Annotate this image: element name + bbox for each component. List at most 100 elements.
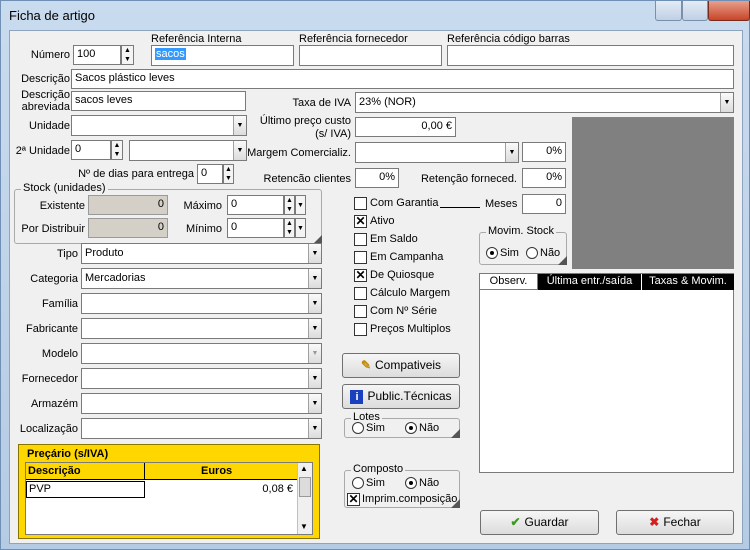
minimo-stepper[interactable]: ▲ ▼ xyxy=(284,218,295,238)
composto-nao-radio[interactable] xyxy=(405,477,417,489)
field-select[interactable]: ▼ xyxy=(81,368,322,389)
movim-stock-sim-radio[interactable] xyxy=(486,247,498,259)
imprim-composicao-label: Imprim.composição xyxy=(362,493,458,505)
compativeis-label: Compativeis xyxy=(375,358,442,372)
numero-label: Número xyxy=(30,49,70,61)
maximo-stepper[interactable]: ▲ ▼ xyxy=(284,195,295,215)
existente-field: 0 xyxy=(88,195,168,215)
fechar-button[interactable]: ✖ Fechar xyxy=(616,510,734,535)
numero-stepper[interactable]: ▲ ▼ xyxy=(121,45,134,65)
descricao-field[interactable]: Sacos plástico leves xyxy=(71,69,734,89)
resize-corner-icon xyxy=(451,429,460,438)
field-value: Mercadorias xyxy=(85,272,146,284)
chevron-down-icon[interactable]: ▼ xyxy=(308,419,321,438)
maximo-field[interactable]: 0 xyxy=(227,195,284,215)
observ-panel[interactable]: Observ. Última entr./saída Taxas & Movim… xyxy=(479,273,734,473)
field-select[interactable]: ▼ xyxy=(81,293,322,314)
precario-header: Descrição Euros xyxy=(26,463,298,480)
margem-select[interactable]: ▼ xyxy=(355,142,519,163)
precario-title: Preçário (s/IVA) xyxy=(27,448,109,460)
chevron-down-icon[interactable]: ▼ xyxy=(308,294,321,313)
em-saldo-checkbox[interactable] xyxy=(354,233,367,246)
de-quiosque-checkbox[interactable]: ✕ xyxy=(354,269,367,282)
chevron-down-icon[interactable]: ▼ xyxy=(308,344,321,363)
field-label: Categoria xyxy=(30,273,78,285)
scroll-thumb[interactable] xyxy=(299,477,311,497)
retencao-fornec-field[interactable]: 0% xyxy=(522,168,566,188)
ultimo-preco-label-2: (s/ IVA) xyxy=(315,128,351,140)
maximize-button[interactable] xyxy=(682,1,708,21)
scroll-up-icon[interactable]: ▲ xyxy=(300,464,308,473)
minimo-stepper-2[interactable]: ▼ xyxy=(295,218,306,238)
field-label: Localização xyxy=(19,423,78,435)
chevron-down-icon[interactable]: ▼ xyxy=(308,244,321,263)
segunda-unidade-qty[interactable]: 0 xyxy=(71,140,111,160)
field-select[interactable]: ▼ xyxy=(81,393,322,414)
precario-table[interactable]: Descrição Euros PVP 0,08 € ▲ ▼ xyxy=(25,462,313,535)
field-select[interactable]: Produto ▼ xyxy=(81,243,322,264)
precos-multiplos-checkbox[interactable] xyxy=(354,323,367,336)
precario-row-euros[interactable]: 0,08 € xyxy=(146,482,296,497)
public-tecnicas-button[interactable]: i Public.Técnicas xyxy=(342,384,460,409)
meses-field[interactable]: 0 xyxy=(522,194,566,214)
calculo-margem-checkbox[interactable] xyxy=(354,287,367,300)
com-serie-checkbox[interactable] xyxy=(354,305,367,318)
compativeis-button[interactable]: ✎ Compativeis xyxy=(342,353,460,378)
ativo-checkbox[interactable]: ✕ xyxy=(354,215,367,228)
plug-icon: ✎ xyxy=(360,358,372,372)
article-photo[interactable] xyxy=(572,117,734,269)
field-select[interactable]: ▼ xyxy=(81,343,322,364)
ultimo-preco-field[interactable]: 0,00 € xyxy=(355,117,456,137)
field-select[interactable]: Mercadorias ▼ xyxy=(81,268,322,289)
field-select[interactable]: ▼ xyxy=(81,318,322,339)
tab-ultima-entr-saida[interactable]: Última entr./saída xyxy=(538,274,642,290)
taxa-iva-select[interactable]: 23% (NOR) ▼ xyxy=(355,92,734,113)
chevron-down-icon[interactable]: ▼ xyxy=(308,369,321,388)
por-distribuir-field: 0 xyxy=(88,218,168,238)
segunda-unidade-select[interactable]: ▼ xyxy=(129,140,247,161)
imprim-composicao-checkbox[interactable]: ✕ xyxy=(347,493,360,506)
composto-sim-radio[interactable] xyxy=(352,477,364,489)
close-button[interactable] xyxy=(708,1,750,21)
minimo-label: Mínimo xyxy=(185,223,222,235)
dias-entrega-field[interactable]: 0 xyxy=(197,164,223,184)
ref-codigo-barras-field[interactable] xyxy=(447,45,734,66)
public-tecnicas-label: Public.Técnicas xyxy=(367,389,452,403)
descricao-abreviada-field[interactable]: sacos leves xyxy=(71,91,246,111)
lotes-sim-radio[interactable] xyxy=(352,422,364,434)
com-garantia-label: Com Garantia xyxy=(370,197,439,209)
maximo-stepper-2[interactable]: ▼ xyxy=(295,195,306,215)
minimo-field[interactable]: 0 xyxy=(227,218,284,238)
tab-observ[interactable]: Observ. xyxy=(480,274,538,290)
chevron-down-icon[interactable]: ▼ xyxy=(720,93,733,112)
chevron-down-icon[interactable]: ▼ xyxy=(505,143,518,162)
ref-fornecedor-field[interactable] xyxy=(299,45,442,66)
tab-taxas-movim[interactable]: Taxas & Movim. xyxy=(642,274,734,290)
descricao-abreviada-label-2: abreviada xyxy=(21,101,70,113)
margem-pct-field[interactable]: 0% xyxy=(522,142,566,162)
field-select[interactable]: ▼ xyxy=(81,418,322,439)
retencao-clientes-label: Retencão clientes xyxy=(263,173,351,185)
unidade-select[interactable]: ▼ xyxy=(71,115,247,136)
movim-stock-nao-radio[interactable] xyxy=(526,247,538,259)
scroll-down-icon[interactable]: ▼ xyxy=(300,522,308,531)
em-campanha-checkbox[interactable] xyxy=(354,251,367,264)
window: Ficha de artigo Referência Interna Refer… xyxy=(0,0,750,550)
col-euros: Euros xyxy=(201,465,233,477)
lotes-nao-radio[interactable] xyxy=(405,422,417,434)
chevron-down-icon[interactable]: ▼ xyxy=(308,269,321,288)
precario-scrollbar[interactable]: ▲ ▼ xyxy=(297,463,312,534)
com-garantia-checkbox[interactable] xyxy=(354,197,367,210)
chevron-down-icon[interactable]: ▼ xyxy=(308,319,321,338)
retencao-clientes-field[interactable]: 0% xyxy=(355,168,399,188)
dias-entrega-stepper[interactable]: ▲ ▼ xyxy=(223,164,234,184)
segunda-unidade-stepper[interactable]: ▲ ▼ xyxy=(111,140,123,160)
numero-field[interactable]: 100 xyxy=(73,45,121,65)
composto-sim-label: Sim xyxy=(366,477,385,489)
precario-row-descricao[interactable]: PVP xyxy=(26,481,145,498)
guardar-button[interactable]: ✔ Guardar xyxy=(480,510,599,535)
ref-interna-field[interactable]: sacos xyxy=(151,45,294,66)
minimize-button[interactable] xyxy=(655,1,682,21)
chevron-down-icon[interactable]: ▼ xyxy=(308,394,321,413)
movim-stock-sim-label: Sim xyxy=(500,247,519,259)
